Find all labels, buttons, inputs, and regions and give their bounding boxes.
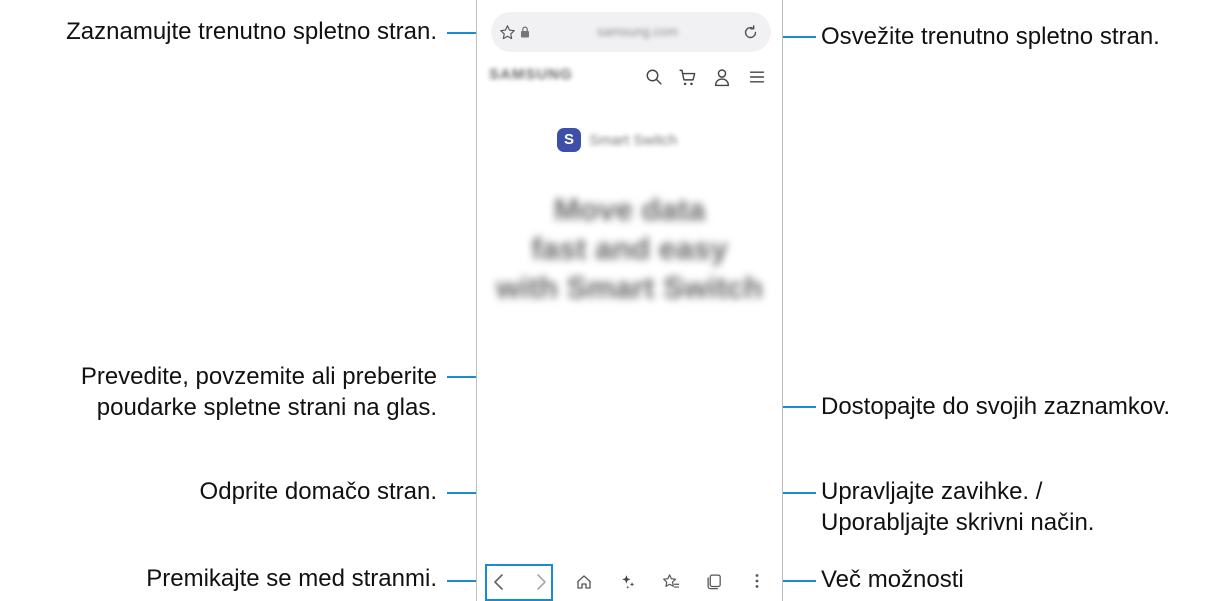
callout-more: Več možnosti <box>821 566 964 593</box>
more-icon[interactable] <box>754 573 760 589</box>
star-icon[interactable] <box>499 24 516 41</box>
refresh-icon[interactable] <box>742 24 759 41</box>
home-icon[interactable] <box>576 574 592 590</box>
smart-switch-letter: S <box>563 131 574 148</box>
site-logo[interactable]: SAMSUNG <box>489 66 573 83</box>
hero-line-1: Move data <box>553 192 706 227</box>
back-icon[interactable] <box>491 573 507 591</box>
callout-tabs-line2: Uporabljajte skrivni način. <box>821 509 1095 536</box>
smart-switch-title: Smart Switch <box>589 132 678 149</box>
phone-screen: samsung.com SAMSUNG S Smart Switch Move … <box>476 0 783 601</box>
smart-switch-badge: S <box>557 128 581 152</box>
callout-bookmark: Zaznamujte trenutno spletno stran. <box>66 18 437 45</box>
callout-tabs: Upravljajte zavihke. / Uporabljajte skri… <box>821 476 1094 538</box>
url-text[interactable]: samsung.com <box>597 24 678 39</box>
hero-line-2: fast and easy <box>531 231 728 266</box>
search-icon[interactable] <box>645 68 663 86</box>
bookmarks-icon[interactable] <box>662 573 680 590</box>
assistant-icon[interactable] <box>620 573 637 590</box>
hero-heading: Move data fast and easy with Smart Switc… <box>477 190 782 307</box>
hero-line-3: with Smart Switch <box>496 270 763 305</box>
user-icon[interactable] <box>714 68 730 87</box>
callout-navigate: Premikajte se med stranmi. <box>146 565 437 592</box>
callout-bookmarks: Dostopajte do svojih zaznamkov. <box>821 393 1171 420</box>
cart-icon[interactable] <box>678 68 697 87</box>
menu-icon[interactable] <box>749 69 765 85</box>
address-bar[interactable]: samsung.com <box>491 12 771 52</box>
forward-icon[interactable] <box>533 573 549 591</box>
callout-tabs-line1: Upravljajte zavihke. / <box>821 478 1043 505</box>
callout-assist-line1: Prevedite, povzemite ali preberite <box>80 363 437 390</box>
callout-home: Odprite domačo stran. <box>199 478 437 505</box>
tabs-icon[interactable] <box>706 573 723 590</box>
callout-assist: Prevedite, povzemite ali preberite pouda… <box>81 361 437 423</box>
callout-refresh: Osvežite trenutno spletno stran. <box>821 23 1160 50</box>
lock-icon <box>521 26 529 38</box>
callout-assist-line2: poudarke spletne strani na glas. <box>96 394 437 421</box>
